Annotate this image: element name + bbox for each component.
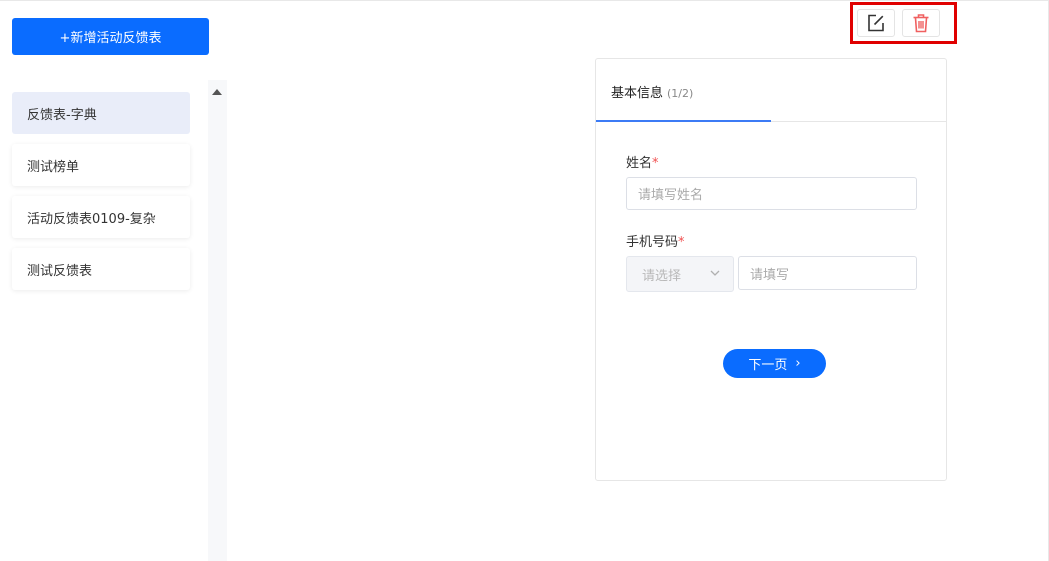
list-item[interactable]: 测试反馈表 [12,248,190,290]
area-code-select[interactable]: 请选择 [626,256,734,292]
required-mark: * [652,156,659,171]
list-item[interactable]: 活动反馈表0109-复杂 [12,196,190,238]
scroll-up-arrow-icon[interactable] [212,89,222,95]
form-preview-card: 基本信息 (1/2) 姓名* 请填写姓名 手机号码* 请选择 请填写 下一页 › [595,58,947,481]
chevron-down-icon [710,270,720,276]
phone-input[interactable]: 请填写 [738,256,917,290]
edit-button[interactable] [857,9,895,37]
tab-step-indicator: (1/2) [667,87,694,100]
name-label: 姓名* [626,156,659,171]
feedback-form-list: 反馈表-字典 测试榜单 活动反馈表0109-复杂 测试反馈表 [0,80,208,561]
next-page-button[interactable]: 下一页 › [723,349,826,378]
delete-button[interactable] [902,9,940,37]
chevron-right-icon: › [795,356,801,371]
active-tab-indicator [596,120,771,122]
tab-title: 基本信息 [611,86,664,101]
scrollbar[interactable] [208,80,227,561]
add-feedback-form-button[interactable]: +新增活动反馈表 [12,18,209,55]
name-input[interactable]: 请填写姓名 [626,177,917,210]
tab-basic-info[interactable]: 基本信息 (1/2) [611,82,693,101]
top-divider [0,0,1049,1]
list-item[interactable]: 测试榜单 [12,144,190,186]
phone-label: 手机号码* [626,235,685,250]
form-tab-header: 基本信息 (1/2) [596,59,946,122]
required-mark: * [678,235,685,250]
trash-icon [913,14,929,33]
edit-icon [868,14,884,32]
list-item[interactable]: 反馈表-字典 [12,92,190,134]
